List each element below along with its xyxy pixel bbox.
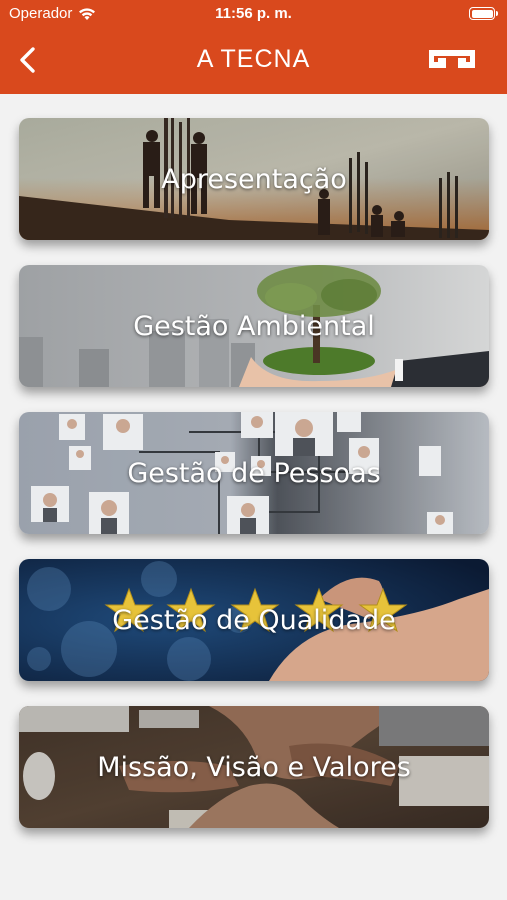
menu-item-label: Gestão Ambiental (133, 310, 375, 342)
status-time: 11:56 p. m. (215, 5, 292, 22)
menu-item-apresentacao[interactable]: Apresentação (19, 118, 489, 240)
menu-item-gestao-ambiental[interactable]: Gestão Ambiental (19, 265, 489, 387)
app-header: Operador 11:56 p. m. A TECNA (0, 0, 507, 94)
battery-icon (469, 7, 498, 20)
menu-item-missao-visao-valores[interactable]: Missão, Visão e Valores (19, 706, 489, 828)
status-bar: Operador 11:56 p. m. (0, 0, 507, 28)
menu-item-label: Gestão de Qualidade (112, 604, 396, 636)
menu-item-label: Gestão de Pessoas (127, 457, 381, 489)
menu-item-label: Missão, Visão e Valores (97, 751, 411, 783)
menu-item-gestao-qualidade[interactable]: Gestão de Qualidade (19, 559, 489, 681)
menu-item-label: Apresentação (161, 163, 347, 195)
menu-item-gestao-pessoas[interactable]: Gestão de Pessoas (19, 412, 489, 534)
tecna-logo-icon (429, 50, 475, 68)
